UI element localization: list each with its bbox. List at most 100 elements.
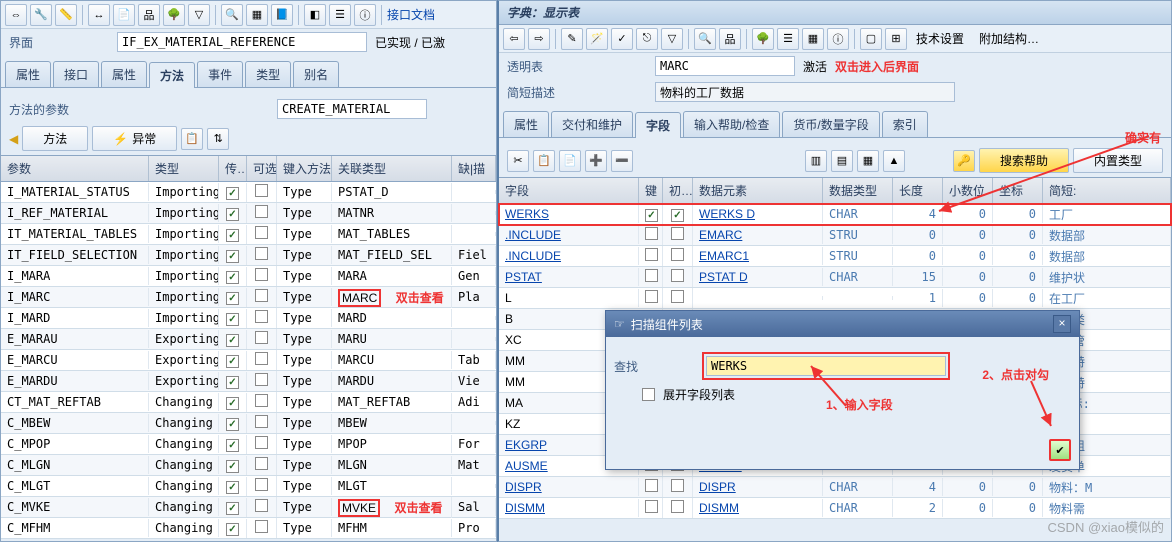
tab-交付和维护[interactable]: 交付和维护 bbox=[551, 111, 633, 137]
key-checkbox[interactable] bbox=[645, 209, 658, 222]
optional-checkbox[interactable] bbox=[255, 457, 268, 470]
col-icon[interactable]: ▥ bbox=[805, 150, 827, 172]
optional-checkbox[interactable] bbox=[255, 310, 268, 323]
field-row[interactable]: .INCLUDEEMARC1STRU000数据部 bbox=[499, 246, 1171, 267]
field-row[interactable]: PSTATPSTAT DCHAR1500维护状 bbox=[499, 267, 1171, 288]
pass-checkbox[interactable] bbox=[226, 250, 239, 263]
filter-icon[interactable]: ▽ bbox=[188, 4, 210, 26]
pass-checkbox[interactable] bbox=[226, 397, 239, 410]
tab-货币/数量字段[interactable]: 货币/数量字段 bbox=[782, 111, 879, 137]
tool-icon[interactable]: 🔧 bbox=[30, 4, 52, 26]
optional-checkbox[interactable] bbox=[255, 373, 268, 386]
ruler-icon[interactable]: 📏 bbox=[55, 4, 77, 26]
col3-icon[interactable]: ▦ bbox=[857, 150, 879, 172]
pass-checkbox[interactable] bbox=[226, 292, 239, 305]
edit-icon[interactable]: ✎ bbox=[561, 28, 583, 50]
pass-checkbox[interactable] bbox=[226, 313, 239, 326]
tab-索引[interactable]: 索引 bbox=[882, 111, 928, 137]
copy-icon[interactable]: 📋 bbox=[181, 128, 203, 150]
param-row[interactable]: I_MARDImportingTypeMARD bbox=[1, 308, 496, 329]
struct-icon[interactable]: 品 bbox=[138, 4, 160, 26]
r-table-icon[interactable]: ⊞ bbox=[885, 28, 907, 50]
r-box-icon[interactable]: ▢ bbox=[860, 28, 882, 50]
r-filter-icon[interactable]: ▽ bbox=[661, 28, 683, 50]
tab-属性[interactable]: 属性 bbox=[5, 61, 51, 87]
init-checkbox[interactable] bbox=[671, 479, 684, 492]
tech-settings-link[interactable]: 技术设置 bbox=[916, 30, 964, 47]
field-row[interactable]: L100在工厂 bbox=[499, 288, 1171, 309]
key-checkbox[interactable] bbox=[645, 290, 658, 303]
field-row[interactable]: DISMMDISMMCHAR200物料需 bbox=[499, 498, 1171, 519]
find-icon[interactable]: 🔍 bbox=[221, 4, 243, 26]
param-row[interactable]: I_MATERIAL_STATUSImportingTypePSTAT_D bbox=[1, 182, 496, 203]
r-list-icon[interactable]: ☰ bbox=[777, 28, 799, 50]
pass-checkbox[interactable] bbox=[226, 439, 239, 452]
pass-checkbox[interactable] bbox=[226, 460, 239, 473]
find-input[interactable] bbox=[706, 356, 946, 376]
interface-doc-link[interactable]: 接口文档 bbox=[387, 6, 435, 23]
param-row[interactable]: CT_MAT_REFTABChangingTypeMAT_REFTABAdi bbox=[1, 392, 496, 413]
cut-icon[interactable]: ✂ bbox=[507, 150, 529, 172]
pass-checkbox[interactable] bbox=[226, 271, 239, 284]
optional-checkbox[interactable] bbox=[255, 520, 268, 533]
field-row[interactable]: WERKSWERKS DCHAR400工厂 bbox=[499, 204, 1171, 225]
expand-checkbox[interactable] bbox=[642, 388, 655, 401]
r-grid-icon[interactable]: ▦ bbox=[802, 28, 824, 50]
optional-checkbox[interactable] bbox=[255, 436, 268, 449]
init-checkbox[interactable] bbox=[671, 500, 684, 513]
tab-字段[interactable]: 字段 bbox=[635, 112, 681, 138]
confirm-button[interactable]: ✔ bbox=[1049, 439, 1071, 461]
r-tree-icon[interactable]: 🌳 bbox=[752, 28, 774, 50]
cube-icon[interactable]: ◧ bbox=[304, 4, 326, 26]
delete-icon[interactable]: ➖ bbox=[611, 150, 633, 172]
nav-icon[interactable]: ↔ bbox=[88, 4, 110, 26]
init-checkbox[interactable] bbox=[671, 248, 684, 261]
param-row[interactable]: C_MLGNChangingTypeMLGNMat bbox=[1, 455, 496, 476]
init-checkbox[interactable] bbox=[671, 269, 684, 282]
optional-checkbox[interactable] bbox=[255, 499, 268, 512]
key-checkbox[interactable] bbox=[645, 500, 658, 513]
info-icon[interactable]: ⓘ bbox=[354, 4, 376, 26]
optional-checkbox[interactable] bbox=[255, 415, 268, 428]
key-checkbox[interactable] bbox=[645, 479, 658, 492]
optional-checkbox[interactable] bbox=[255, 394, 268, 407]
param-row[interactable]: I_MARCImportingTypeMARC 双击查看Pla bbox=[1, 287, 496, 308]
activate-icon[interactable]: ⎋ bbox=[636, 28, 658, 50]
optional-checkbox[interactable] bbox=[255, 352, 268, 365]
interface-input[interactable] bbox=[117, 32, 367, 52]
init-checkbox[interactable] bbox=[671, 290, 684, 303]
fwd-icon[interactable]: ⇨ bbox=[528, 28, 550, 50]
r-struct-icon[interactable]: 品 bbox=[719, 28, 741, 50]
param-row[interactable]: I_MARAImportingTypeMARAGen bbox=[1, 266, 496, 287]
pass-checkbox[interactable] bbox=[226, 481, 239, 494]
tab-类型[interactable]: 类型 bbox=[245, 61, 291, 87]
list-icon[interactable]: ☰ bbox=[329, 4, 351, 26]
close-icon[interactable]: × bbox=[1053, 315, 1071, 333]
insert-icon[interactable]: ➕ bbox=[585, 150, 607, 172]
field-row[interactable]: .INCLUDEEMARCSTRU000数据部 bbox=[499, 225, 1171, 246]
key-icon[interactable]: 🔑 bbox=[953, 150, 975, 172]
param-row[interactable]: I_REF_MATERIALImportingTypeMATNR bbox=[1, 203, 496, 224]
param-row[interactable]: IT_MATERIAL_TABLESImportingTypeMAT_TABLE… bbox=[1, 224, 496, 245]
param-row[interactable]: C_MPOPChangingTypeMPOPFor bbox=[1, 434, 496, 455]
method-button[interactable]: 方法 bbox=[22, 126, 88, 151]
method-name-input[interactable] bbox=[277, 99, 427, 119]
paste-icon[interactable]: 📄 bbox=[559, 150, 581, 172]
param-row[interactable]: C_MFHMChangingTypeMFHMPro bbox=[1, 518, 496, 539]
up-icon[interactable]: ▲ bbox=[883, 150, 905, 172]
builtin-type-button[interactable]: 内置类型 bbox=[1073, 148, 1163, 173]
pass-checkbox[interactable] bbox=[226, 355, 239, 368]
key-checkbox[interactable] bbox=[645, 227, 658, 240]
pass-checkbox[interactable] bbox=[226, 187, 239, 200]
r-find-icon[interactable]: 🔍 bbox=[694, 28, 716, 50]
pass-checkbox[interactable] bbox=[226, 208, 239, 221]
param-row[interactable]: C_MLGTChangingTypeMLGT bbox=[1, 476, 496, 497]
param-row[interactable]: E_MARCUExportingTypeMARCUTab bbox=[1, 350, 496, 371]
append-struct-link[interactable]: 附加结构… bbox=[979, 30, 1039, 47]
pass-checkbox[interactable] bbox=[226, 418, 239, 431]
pass-checkbox[interactable] bbox=[226, 334, 239, 347]
doc-icon[interactable]: 📄 bbox=[113, 4, 135, 26]
copy-r-icon[interactable]: 📋 bbox=[533, 150, 555, 172]
tab-属性[interactable]: 属性 bbox=[101, 61, 147, 87]
pass-checkbox[interactable] bbox=[226, 229, 239, 242]
